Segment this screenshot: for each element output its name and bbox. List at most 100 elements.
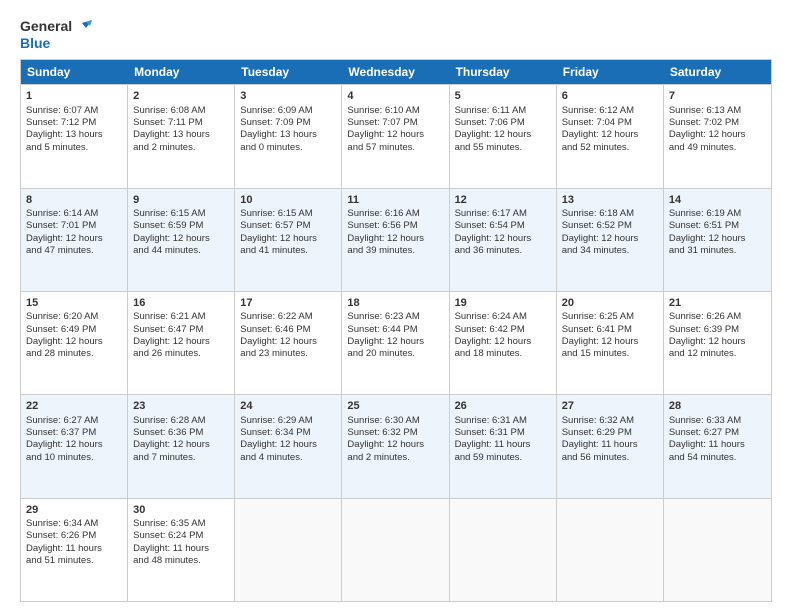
day-info-line-1: Sunset: 6:44 PM <box>347 324 443 336</box>
day-info-line-1: Sunset: 7:01 PM <box>26 220 122 232</box>
day-number: 23 <box>133 399 229 413</box>
day-info-line-0: Sunrise: 6:26 AM <box>669 311 766 323</box>
day-info-line-0: Sunrise: 6:16 AM <box>347 208 443 220</box>
day-info-line-0: Sunrise: 6:14 AM <box>26 208 122 220</box>
day-info-line-2: Daylight: 11 hours <box>562 439 658 451</box>
header-day-saturday: Saturday <box>664 60 771 84</box>
day-info-line-0: Sunrise: 6:19 AM <box>669 208 766 220</box>
day-info-line-1: Sunset: 7:02 PM <box>669 117 766 129</box>
day-info-line-2: Daylight: 12 hours <box>347 233 443 245</box>
calendar-day-21: 21Sunrise: 6:26 AMSunset: 6:39 PMDayligh… <box>664 292 771 394</box>
day-info-line-1: Sunset: 6:37 PM <box>26 427 122 439</box>
day-info-line-2: Daylight: 13 hours <box>26 129 122 141</box>
calendar-day-4: 4Sunrise: 6:10 AMSunset: 7:07 PMDaylight… <box>342 85 449 187</box>
day-number: 2 <box>133 89 229 103</box>
day-number: 9 <box>133 193 229 207</box>
header-day-friday: Friday <box>557 60 664 84</box>
calendar-day-17: 17Sunrise: 6:22 AMSunset: 6:46 PMDayligh… <box>235 292 342 394</box>
day-info-line-0: Sunrise: 6:35 AM <box>133 518 229 530</box>
day-info-line-3: and 10 minutes. <box>26 452 122 464</box>
day-info-line-1: Sunset: 6:51 PM <box>669 220 766 232</box>
day-info-line-0: Sunrise: 6:28 AM <box>133 415 229 427</box>
day-info-line-3: and 49 minutes. <box>669 142 766 154</box>
header-day-thursday: Thursday <box>450 60 557 84</box>
calendar-day-9: 9Sunrise: 6:15 AMSunset: 6:59 PMDaylight… <box>128 189 235 291</box>
day-number: 20 <box>562 296 658 310</box>
header-day-sunday: Sunday <box>21 60 128 84</box>
calendar-row-1: 1Sunrise: 6:07 AMSunset: 7:12 PMDaylight… <box>21 84 771 187</box>
calendar-body: 1Sunrise: 6:07 AMSunset: 7:12 PMDaylight… <box>21 84 771 601</box>
day-number: 14 <box>669 193 766 207</box>
logo-general: General <box>20 19 72 34</box>
day-info-line-1: Sunset: 6:57 PM <box>240 220 336 232</box>
calendar-row-4: 22Sunrise: 6:27 AMSunset: 6:37 PMDayligh… <box>21 394 771 497</box>
day-info-line-0: Sunrise: 6:25 AM <box>562 311 658 323</box>
day-info-line-2: Daylight: 12 hours <box>347 336 443 348</box>
calendar-empty-cell <box>557 499 664 601</box>
day-number: 30 <box>133 503 229 517</box>
day-info-line-1: Sunset: 6:47 PM <box>133 324 229 336</box>
day-info-line-2: Daylight: 12 hours <box>455 129 551 141</box>
day-info-line-3: and 28 minutes. <box>26 348 122 360</box>
day-info-line-1: Sunset: 6:42 PM <box>455 324 551 336</box>
calendar-day-28: 28Sunrise: 6:33 AMSunset: 6:27 PMDayligh… <box>664 395 771 497</box>
day-info-line-0: Sunrise: 6:15 AM <box>133 208 229 220</box>
day-info-line-1: Sunset: 6:36 PM <box>133 427 229 439</box>
calendar-day-1: 1 Sunrise: 6:07 AMSunset: 7:12 PMDaylight… <box>21 85 128 187</box>
calendar-day-20: 20Sunrise: 6:25 AMSunset: 6:41 PMDayligh… <box>557 292 664 394</box>
calendar-header: SundayMondayTuesdayWednesdayThursdayFrid… <box>21 60 771 84</box>
day-info-line-2: Daylight: 12 hours <box>240 336 336 348</box>
day-info-line-2: Daylight: 12 hours <box>26 439 122 451</box>
day-info-line-3: and 55 minutes. <box>455 142 551 154</box>
day-info-line-0: Sunrise: 6:30 AM <box>347 415 443 427</box>
day-info-line-3: and 26 minutes. <box>133 348 229 360</box>
day-number: 18 <box>347 296 443 310</box>
day-info-line-1: Sunset: 6:39 PM <box>669 324 766 336</box>
header-day-wednesday: Wednesday <box>342 60 449 84</box>
calendar-empty-cell <box>235 499 342 601</box>
day-number: 12 <box>455 193 551 207</box>
day-number: 7 <box>669 89 766 103</box>
day-info-line-3: and 52 minutes. <box>562 142 658 154</box>
calendar-day-24: 24Sunrise: 6:29 AMSunset: 6:34 PMDayligh… <box>235 395 342 497</box>
calendar-day-7: 7Sunrise: 6:13 AMSunset: 7:02 PMDaylight… <box>664 85 771 187</box>
day-info-line-3: and 59 minutes. <box>455 452 551 464</box>
day-info-line-3: and 47 minutes. <box>26 245 122 257</box>
day-info-line-3: and 57 minutes. <box>347 142 443 154</box>
day-number: 1 <box>26 89 122 103</box>
day-info-line-2: Daylight: 12 hours <box>669 129 766 141</box>
day-info-line-0: Sunrise: 6:21 AM <box>133 311 229 323</box>
day-info-line-1: Sunset: 7:12 PM <box>26 117 122 129</box>
day-info-line-0: Sunrise: 6:07 AM <box>26 105 122 117</box>
day-info-line-1: Sunset: 6:29 PM <box>562 427 658 439</box>
day-info-line-3: and 56 minutes. <box>562 452 658 464</box>
calendar-day-22: 22Sunrise: 6:27 AMSunset: 6:37 PMDayligh… <box>21 395 128 497</box>
day-info-line-0: Sunrise: 6:17 AM <box>455 208 551 220</box>
day-number: 4 <box>347 89 443 103</box>
day-info-line-3: and 20 minutes. <box>347 348 443 360</box>
day-info-line-2: Daylight: 12 hours <box>562 129 658 141</box>
page-header: General Blue <box>20 18 772 51</box>
day-number: 16 <box>133 296 229 310</box>
day-number: 29 <box>26 503 122 517</box>
day-info-line-1: Sunset: 6:54 PM <box>455 220 551 232</box>
day-info-line-1: Sunset: 6:24 PM <box>133 530 229 542</box>
day-number: 27 <box>562 399 658 413</box>
day-info-line-1: Sunset: 6:59 PM <box>133 220 229 232</box>
calendar-day-27: 27Sunrise: 6:32 AMSunset: 6:29 PMDayligh… <box>557 395 664 497</box>
day-number: 8 <box>26 193 122 207</box>
day-info-line-3: and 2 minutes. <box>133 142 229 154</box>
day-info-line-0: Sunrise: 6:08 AM <box>133 105 229 117</box>
day-info-line-2: Daylight: 11 hours <box>455 439 551 451</box>
day-info-line-1: Sunset: 6:27 PM <box>669 427 766 439</box>
day-number: 26 <box>455 399 551 413</box>
day-info-line-1: Sunset: 6:26 PM <box>26 530 122 542</box>
day-number: 5 <box>455 89 551 103</box>
day-number: 6 <box>562 89 658 103</box>
day-number: 11 <box>347 193 443 207</box>
day-info-line-3: and 39 minutes. <box>347 245 443 257</box>
day-info-line-3: and 41 minutes. <box>240 245 336 257</box>
day-info-line-1: Sunset: 6:56 PM <box>347 220 443 232</box>
day-info-line-3: and 5 minutes. <box>26 142 122 154</box>
calendar-day-14: 14Sunrise: 6:19 AMSunset: 6:51 PMDayligh… <box>664 189 771 291</box>
